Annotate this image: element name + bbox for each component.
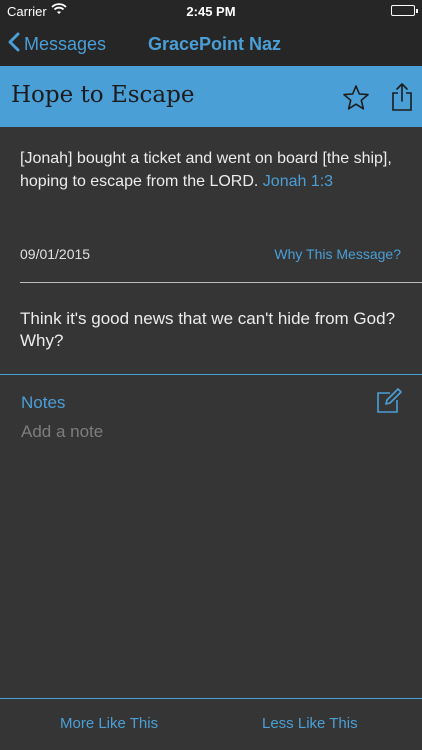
scripture-verse: [Jonah] bought a ticket and went on boar… (20, 147, 405, 193)
navigation-bar: Messages GracePoint Naz (0, 22, 422, 66)
chevron-left-icon (8, 32, 24, 57)
clock: 2:45 PM (186, 4, 236, 19)
share-icon[interactable] (391, 82, 413, 117)
note-input[interactable] (21, 420, 401, 444)
divider (0, 698, 422, 699)
less-like-this-button[interactable]: Less Like This (262, 715, 358, 732)
why-this-message-link[interactable]: Why This Message? (274, 246, 401, 262)
edit-note-icon[interactable] (376, 388, 402, 419)
divider (0, 374, 422, 375)
nav-title: GracePoint Naz (148, 34, 282, 54)
notes-heading: Notes (21, 393, 66, 412)
back-button[interactable]: Messages (8, 22, 106, 66)
verse-text: [Jonah] bought a ticket and went on boar… (20, 150, 392, 190)
status-bar: Carrier 2:45 PM (0, 0, 422, 22)
reflection-question: Think it's good news that we can't hide … (20, 309, 396, 350)
verse-reference[interactable]: Jonah 1:3 (263, 173, 333, 190)
star-icon[interactable] (342, 84, 370, 116)
message-title: Hope to Escape (11, 82, 195, 108)
battery-icon (391, 5, 418, 16)
more-like-this-button[interactable]: More Like This (60, 715, 158, 732)
message-date: 09/01/2015 (20, 246, 91, 262)
back-label: Messages (24, 33, 107, 54)
divider (20, 282, 422, 283)
